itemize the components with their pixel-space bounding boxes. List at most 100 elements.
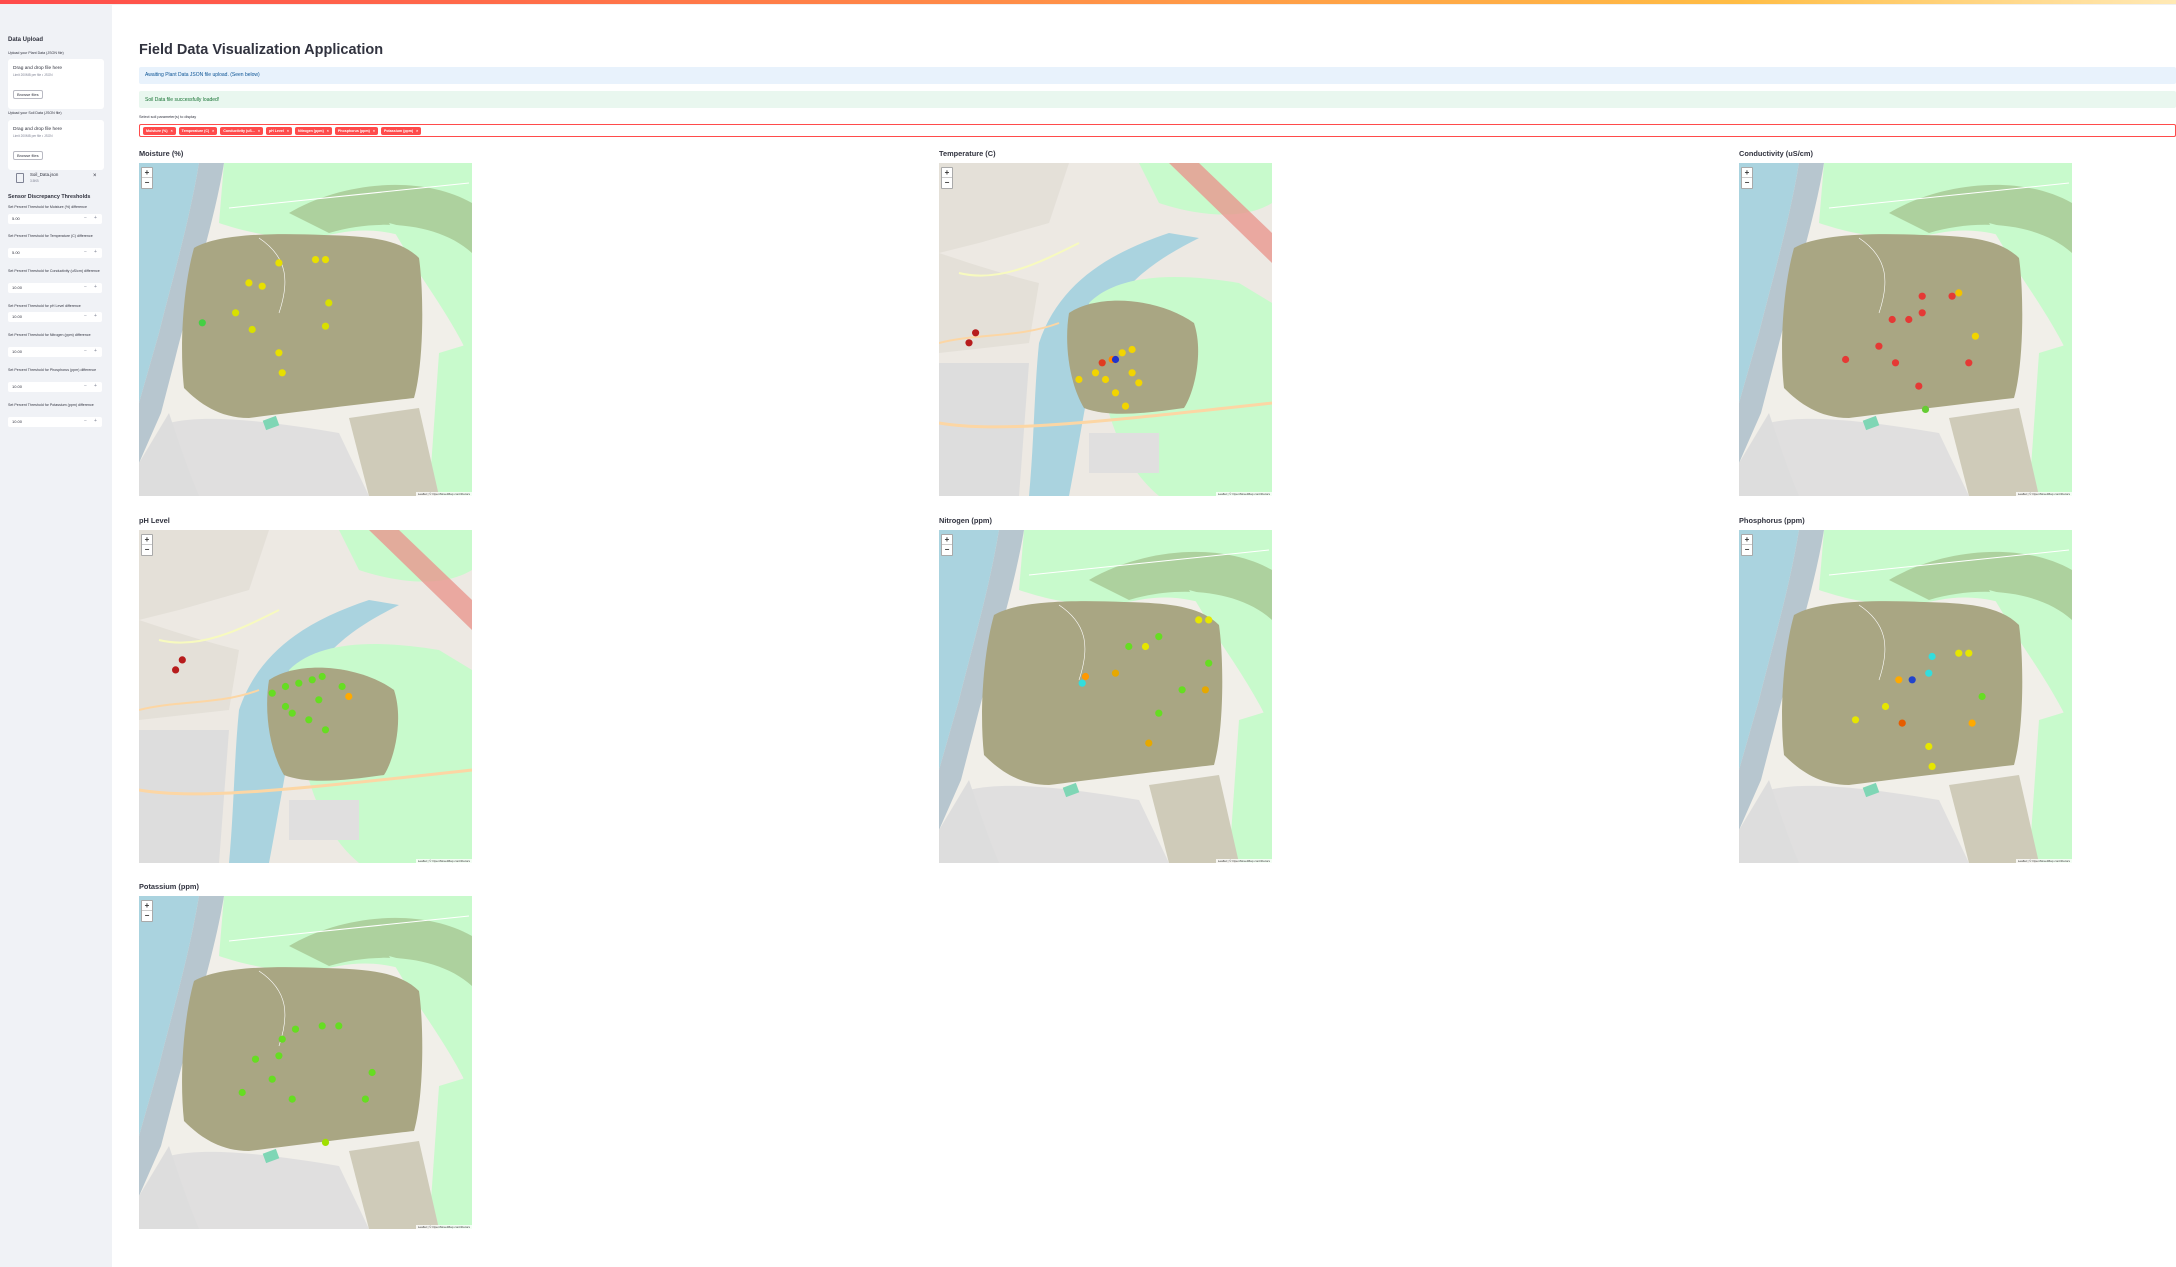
sensor-marker[interactable] (368, 1068, 376, 1077)
sensor-marker[interactable] (315, 696, 323, 704)
plant-browse-button[interactable]: Browse files (13, 90, 43, 99)
sensor-marker[interactable] (1898, 719, 1906, 727)
sensor-marker[interactable] (1078, 679, 1086, 687)
sensor-marker[interactable] (321, 256, 330, 264)
chip-remove-icon[interactable]: × (258, 129, 260, 133)
sensor-marker[interactable] (281, 682, 290, 691)
sensor-marker[interactable] (1928, 652, 1936, 661)
sensor-marker[interactable] (288, 709, 296, 717)
soil-browse-button[interactable]: Browse files (13, 151, 43, 160)
sensor-marker[interactable] (1888, 315, 1896, 324)
sensor-marker[interactable] (238, 1088, 246, 1097)
sensor-marker[interactable] (1968, 719, 1976, 727)
sensor-marker[interactable] (1918, 309, 1926, 317)
field-map[interactable]: + − Leaflet | © OpenStreetMap contributors (139, 896, 472, 1229)
zoom-out-button[interactable]: − (1742, 545, 1752, 555)
sensor-marker[interactable] (1875, 342, 1883, 350)
sensor-marker[interactable] (1925, 742, 1933, 751)
sensor-marker[interactable] (291, 1025, 300, 1033)
sensor-marker[interactable] (232, 309, 240, 317)
map-attribution[interactable]: Leaflet | © OpenStreetMap contributors (415, 492, 472, 496)
parameter-chip[interactable]: Potassium (ppm) × (380, 127, 422, 135)
sensor-marker[interactable] (1205, 616, 1213, 624)
threshold-temperature-input[interactable]: 5.00 − + (8, 248, 102, 258)
zoom-in-button[interactable]: + (142, 535, 152, 545)
sensor-marker[interactable] (1155, 633, 1163, 641)
sensor-marker[interactable] (1125, 642, 1133, 651)
sensor-marker[interactable] (1905, 315, 1913, 324)
sensor-marker[interactable] (172, 666, 180, 674)
sensor-marker[interactable] (1965, 649, 1973, 657)
map-canvas[interactable] (139, 530, 472, 863)
sensor-marker[interactable] (1118, 349, 1126, 357)
threshold-moisture-input[interactable]: 5.00 − + (8, 214, 102, 224)
sensor-marker[interactable] (1081, 672, 1090, 681)
sensor-marker[interactable] (1178, 686, 1186, 694)
zoom-out-button[interactable]: − (942, 545, 952, 555)
sensor-marker[interactable] (278, 369, 286, 377)
sensor-marker[interactable] (338, 682, 346, 691)
sensor-marker[interactable] (198, 319, 206, 327)
field-map[interactable]: + − Leaflet | © OpenStreetMap contributors (139, 163, 472, 496)
sensor-marker[interactable] (1111, 389, 1120, 397)
zoom-in-button[interactable]: + (142, 168, 152, 178)
sensor-marker[interactable] (1128, 345, 1136, 354)
increment-button[interactable]: + (94, 348, 97, 354)
sensor-marker[interactable] (1908, 676, 1916, 684)
sensor-marker[interactable] (1155, 709, 1163, 717)
sensor-marker[interactable] (245, 279, 253, 287)
map-attribution[interactable]: Leaflet | © OpenStreetMap contributors (2015, 859, 2072, 863)
map-attribution[interactable]: Leaflet | © OpenStreetMap contributors (1215, 492, 1272, 496)
map-canvas[interactable] (1739, 163, 2072, 496)
sensor-marker[interactable] (268, 1075, 276, 1083)
sensor-marker[interactable] (1978, 692, 1986, 701)
decrement-button[interactable]: − (84, 418, 87, 424)
plant-file-dropzone[interactable]: Drag and drop file here Limit 200MB per … (8, 59, 104, 109)
parameter-chip[interactable]: Phosphorus (ppm) × (334, 127, 378, 135)
increment-button[interactable]: + (94, 418, 97, 424)
map-canvas[interactable] (1739, 530, 2072, 863)
decrement-button[interactable]: − (84, 348, 87, 354)
remove-file-button[interactable]: × (93, 173, 97, 179)
increment-button[interactable]: + (94, 284, 97, 290)
decrement-button[interactable]: − (84, 249, 87, 255)
parameter-chip[interactable]: pH Level × (265, 127, 293, 135)
threshold-phosphorus-input[interactable]: 10.00 − + (8, 382, 102, 392)
sensor-marker[interactable] (321, 1138, 330, 1146)
threshold-potassium-input[interactable]: 10.00 − + (8, 417, 102, 427)
decrement-button[interactable]: − (84, 313, 87, 319)
sensor-marker[interactable] (1201, 686, 1209, 694)
chip-remove-icon[interactable]: × (327, 129, 329, 133)
sensor-marker[interactable] (335, 1022, 343, 1030)
sensor-marker[interactable] (288, 1095, 296, 1103)
parameter-chip[interactable]: Nitrogen (ppm) × (295, 127, 332, 135)
sensor-marker[interactable] (1128, 369, 1136, 377)
field-map[interactable]: + − Leaflet | © OpenStreetMap contributors (139, 530, 472, 863)
sensor-marker[interactable] (972, 329, 980, 337)
sensor-marker[interactable] (248, 325, 256, 334)
sensor-marker[interactable] (1091, 369, 1100, 377)
sensor-marker[interactable] (1098, 359, 1106, 367)
sensor-marker[interactable] (1971, 332, 1979, 340)
soil-file-dropzone[interactable]: Drag and drop file here Limit 200MB per … (8, 120, 104, 170)
sensor-marker[interactable] (1141, 642, 1150, 651)
chip-remove-icon[interactable]: × (287, 129, 289, 133)
field-map[interactable]: + − Leaflet | © OpenStreetMap contributors (939, 530, 1272, 863)
sensor-marker[interactable] (1135, 379, 1143, 387)
sensor-marker[interactable] (1891, 359, 1900, 367)
sensor-marker[interactable] (278, 1035, 286, 1043)
sensor-marker[interactable] (268, 689, 276, 697)
sensor-marker[interactable] (1145, 739, 1153, 747)
map-canvas[interactable] (139, 163, 472, 496)
sensor-marker[interactable] (1955, 649, 1963, 657)
sensor-marker[interactable] (258, 282, 266, 290)
map-attribution[interactable]: Leaflet | © OpenStreetMap contributors (415, 859, 472, 863)
sensor-marker[interactable] (1948, 292, 1956, 300)
zoom-out-button[interactable]: − (1742, 178, 1752, 188)
sensor-marker[interactable] (318, 1022, 326, 1030)
sensor-marker[interactable] (275, 259, 283, 267)
chip-remove-icon[interactable]: × (373, 129, 375, 133)
chip-remove-icon[interactable]: × (171, 129, 173, 133)
threshold-ph-input[interactable]: 10.00 − + (8, 312, 102, 322)
sensor-marker[interactable] (1842, 355, 1850, 364)
